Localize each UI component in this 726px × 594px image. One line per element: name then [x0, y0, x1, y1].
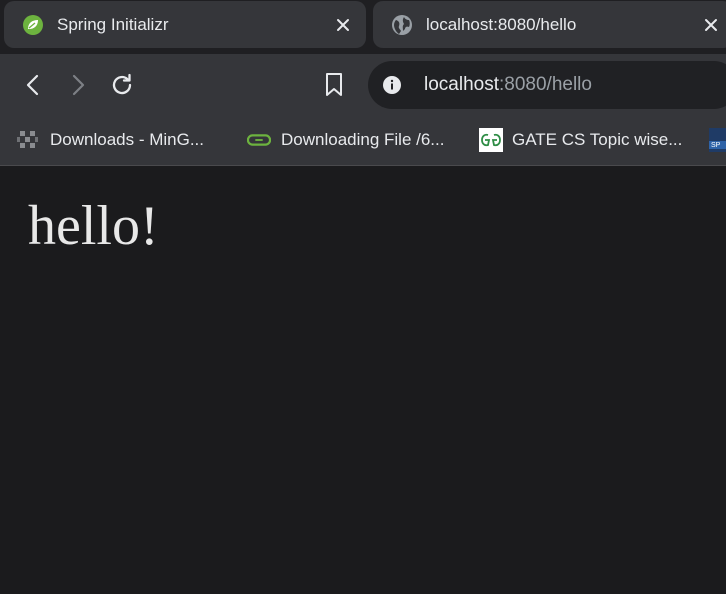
forward-button[interactable] [62, 69, 94, 101]
url-host: localhost [424, 74, 499, 95]
reload-button[interactable] [106, 69, 138, 101]
bookmark-item-downloads-ming[interactable]: Downloads - MinG... [16, 125, 204, 155]
tab-strip: Spring Initializr localhost:8080/hello [0, 0, 726, 54]
spring-leaf-icon [22, 14, 44, 36]
arrow-right-icon [72, 74, 85, 96]
arrow-left-icon [26, 74, 39, 96]
bookmark-icon [326, 73, 342, 96]
bookmark-label: Downloading File /6... [281, 130, 445, 149]
sourceforge-grid-icon [16, 128, 40, 152]
sap-icon: SP [709, 128, 726, 152]
url-text[interactable]: localhost:8080/hello [424, 74, 592, 96]
browser-window: Spring Initializr localhost:8080/hello l… [0, 0, 726, 594]
info-icon[interactable] [381, 74, 403, 96]
bookmark-button[interactable] [318, 69, 350, 101]
page-heading: hello! [28, 195, 159, 257]
reload-icon [112, 73, 132, 95]
bookmark-label: Downloads - MinG... [50, 130, 204, 149]
geeksforgeeks-icon [479, 128, 503, 152]
bookmarks-bar: Downloads - MinG... Downloading File /6.… [0, 116, 726, 166]
toolbar: localhost:8080/hello [0, 54, 726, 116]
tab-localhost-hello[interactable]: localhost:8080/hello [373, 1, 726, 48]
bookmark-label: GATE CS Topic wise... [512, 130, 683, 149]
download-link-icon [247, 128, 271, 152]
bookmark-item-downloading-file[interactable]: Downloading File /6... [247, 125, 444, 155]
close-tab-icon[interactable] [333, 15, 353, 35]
svg-text:SP: SP [711, 142, 721, 149]
address-bar[interactable]: localhost:8080/hello [368, 61, 726, 109]
close-tab-icon[interactable] [701, 15, 721, 35]
tab-title: localhost:8080/hello [426, 14, 577, 34]
globe-icon [391, 14, 413, 36]
tab-spring-initializr[interactable]: Spring Initializr [4, 1, 366, 48]
back-button[interactable] [17, 69, 49, 101]
bookmark-item-gate-cs[interactable]: GATE CS Topic wise... [479, 125, 682, 155]
tab-title: Spring Initializr [57, 14, 169, 34]
url-path: :8080/hello [499, 74, 592, 95]
bookmark-item-sap[interactable]: SP [709, 125, 726, 155]
page-content: hello! [0, 166, 726, 594]
